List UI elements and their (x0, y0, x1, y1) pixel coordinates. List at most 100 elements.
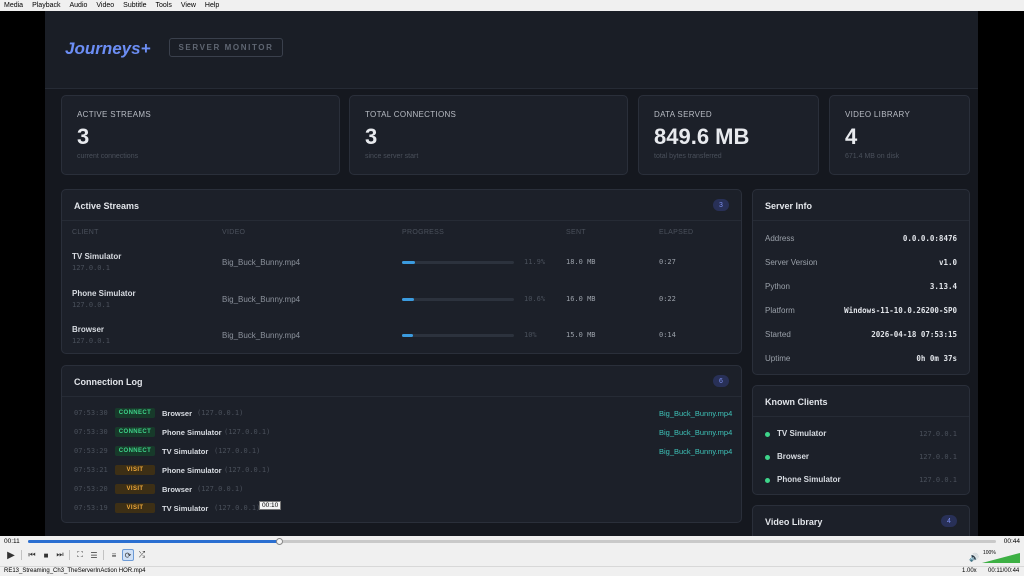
log-time: 07:53:29 (74, 447, 108, 455)
stat-value: 849.6 MB (654, 124, 750, 149)
stat-sub: total bytes transferred (654, 153, 722, 160)
stat-label: DATA SERVED (654, 110, 712, 119)
event-badge: CONNECT (115, 427, 155, 437)
info-row-version: Server Version v1.0 (753, 251, 969, 275)
log-client: Phone Simulator (162, 466, 222, 475)
column-header-progress: PROGRESS (402, 229, 445, 236)
player-controls: 00:11 00:44 ▶ ⏮ ■ ⏭ ⛶ ☰ ≡ ⟳ ⤮ 🔊 100% RE1… (0, 536, 1024, 576)
info-row-platform: Platform Windows-11-10.0.26200-SP0 (753, 299, 969, 323)
play-icon: ▶ (7, 549, 15, 561)
stat-value: 3 (77, 124, 90, 149)
info-value: 0.0.0.0:8476 (902, 234, 957, 243)
video-name: Big_Buck_Bunny.mp4 (222, 258, 301, 267)
status-time[interactable]: 00:11/00:44 (988, 568, 1019, 574)
log-row: 07:53:21 VISIT Phone Simulator (127.0.0.… (62, 461, 742, 480)
info-row-address: Address 0.0.0.0:8476 (753, 227, 969, 251)
client-name: TV Simulator (72, 252, 122, 261)
stop-button[interactable]: ■ (40, 549, 52, 561)
event-badge: VISIT (115, 484, 155, 494)
shuffle-button[interactable]: ⤮ (136, 549, 148, 561)
log-client: Browser (162, 485, 193, 494)
info-value: 2026-04-18 07:53:15 (871, 330, 957, 339)
list-item: Browser 127.0.0.1 (753, 446, 969, 469)
fullscreen-icon: ⛶ (77, 550, 83, 559)
client-name: Browser (777, 452, 810, 461)
info-value: 3.13.4 (929, 282, 957, 291)
status-bar: RE13_Streaming_Ch3_TheServerInAction HOR… (0, 566, 1024, 576)
log-ip: (127.0.0.1) (197, 409, 244, 417)
log-row: 07:53:20 VISIT Browser (127.0.0.1) (62, 480, 742, 499)
client-ip: 127.0.0.1 (919, 476, 957, 484)
log-row: 07:53:19 VISIT TV Simulator (127.0.0.1) (62, 499, 742, 518)
column-header-sent: SENT (566, 229, 586, 236)
divider (21, 550, 22, 560)
stat-card-total-connections: TOTAL CONNECTIONS 3 since server start (349, 95, 628, 175)
progress-bar (402, 298, 514, 301)
log-file-link[interactable]: Big_Buck_Bunny.mp4 (659, 428, 732, 437)
progress-bar (402, 334, 514, 337)
shuffle-icon: ⤮ (138, 550, 146, 559)
info-row-started: Started 2026-04-18 07:53:15 (753, 323, 969, 347)
info-row-uptime: Uptime 0h 0m 37s (753, 347, 969, 371)
log-client: TV Simulator (162, 504, 209, 513)
panel-title: Connection Log (74, 377, 143, 387)
stat-card-active-streams: ACTIVE STREAMS 3 current connections (61, 95, 340, 175)
stat-sub: current connections (77, 153, 139, 160)
menu-playback[interactable]: Playback (32, 0, 60, 11)
extended-settings-button[interactable]: ☰ (88, 549, 100, 561)
stat-card-data-served: DATA SERVED 849.6 MB total bytes transfe… (638, 95, 819, 175)
loop-button[interactable]: ⟳ (122, 549, 134, 561)
log-time: 07:53:30 (74, 409, 108, 417)
menu-subtitle[interactable]: Subtitle (123, 0, 146, 11)
playlist-button[interactable]: ≡ (108, 549, 120, 561)
play-button[interactable]: ▶ (4, 548, 18, 562)
menu-help[interactable]: Help (205, 0, 219, 11)
menu-view[interactable]: View (181, 0, 196, 11)
info-row-python: Python 3.13.4 (753, 275, 969, 299)
log-time: 07:53:30 (74, 428, 108, 436)
seek-handle[interactable] (275, 538, 283, 545)
divider (103, 550, 104, 560)
panel-title: Video Library (765, 517, 823, 527)
stat-label: ACTIVE STREAMS (77, 110, 151, 119)
table-row: TV Simulator 127.0.0.1 Big_Buck_Bunny.mp… (62, 245, 742, 282)
speaker-icon[interactable]: 🔊 (969, 553, 979, 562)
seek-tooltip: 00:10 (259, 501, 282, 510)
fullscreen-button[interactable]: ⛶ (74, 549, 86, 561)
info-label: Python (765, 282, 790, 291)
log-client: Browser (162, 409, 193, 418)
connection-log-panel: Connection Log 6 07:53:30 CONNECT Browse… (61, 365, 742, 523)
video-area[interactable]: Journeys+ SERVER MONITOR ACTIVE STREAMS … (0, 11, 1024, 536)
log-ip: (127.0.0.1) (224, 466, 271, 474)
info-value: Windows-11-10.0.26200-SP0 (844, 306, 957, 315)
menu-media[interactable]: Media (4, 0, 23, 11)
event-badge: VISIT (115, 503, 155, 513)
client-ip: 127.0.0.1 (919, 430, 957, 438)
panel-title: Active Streams (74, 201, 140, 211)
seek-fill (28, 540, 280, 543)
menu-video[interactable]: Video (96, 0, 114, 11)
log-file-link[interactable]: Big_Buck_Bunny.mp4 (659, 409, 732, 418)
count-badge: 3 (713, 199, 729, 211)
seek-bar[interactable] (28, 540, 996, 543)
known-clients-panel: Known Clients TV Simulator 127.0.0.1 Bro… (752, 385, 970, 495)
progress-bar (402, 261, 514, 264)
next-button[interactable]: ⏭ (54, 549, 66, 561)
info-label: Address (765, 234, 795, 243)
progress-fill (402, 334, 414, 337)
menu-audio[interactable]: Audio (69, 0, 87, 11)
log-row: 07:53:30 CONNECT Browser (127.0.0.1) Big… (62, 404, 742, 423)
video-name: Big_Buck_Bunny.mp4 (222, 295, 301, 304)
progress-fill (402, 261, 416, 264)
column-header-client: CLIENT (72, 229, 99, 236)
volume-slider[interactable] (982, 553, 1020, 563)
log-file-link[interactable]: Big_Buck_Bunny.mp4 (659, 447, 732, 456)
menu-tools[interactable]: Tools (156, 0, 172, 11)
menubar: Media Playback Audio Video Subtitle Tool… (0, 0, 1024, 11)
previous-button[interactable]: ⏮ (26, 549, 38, 561)
progress-percent: 11.9% (524, 258, 546, 266)
table-row: Browser 127.0.0.1 Big_Buck_Bunny.mp4 10%… (62, 318, 742, 355)
playback-speed[interactable]: 1.00x (962, 568, 977, 574)
log-ip: (127.0.0.1) (224, 428, 271, 436)
dashboard-header: Journeys+ SERVER MONITOR (45, 11, 978, 89)
